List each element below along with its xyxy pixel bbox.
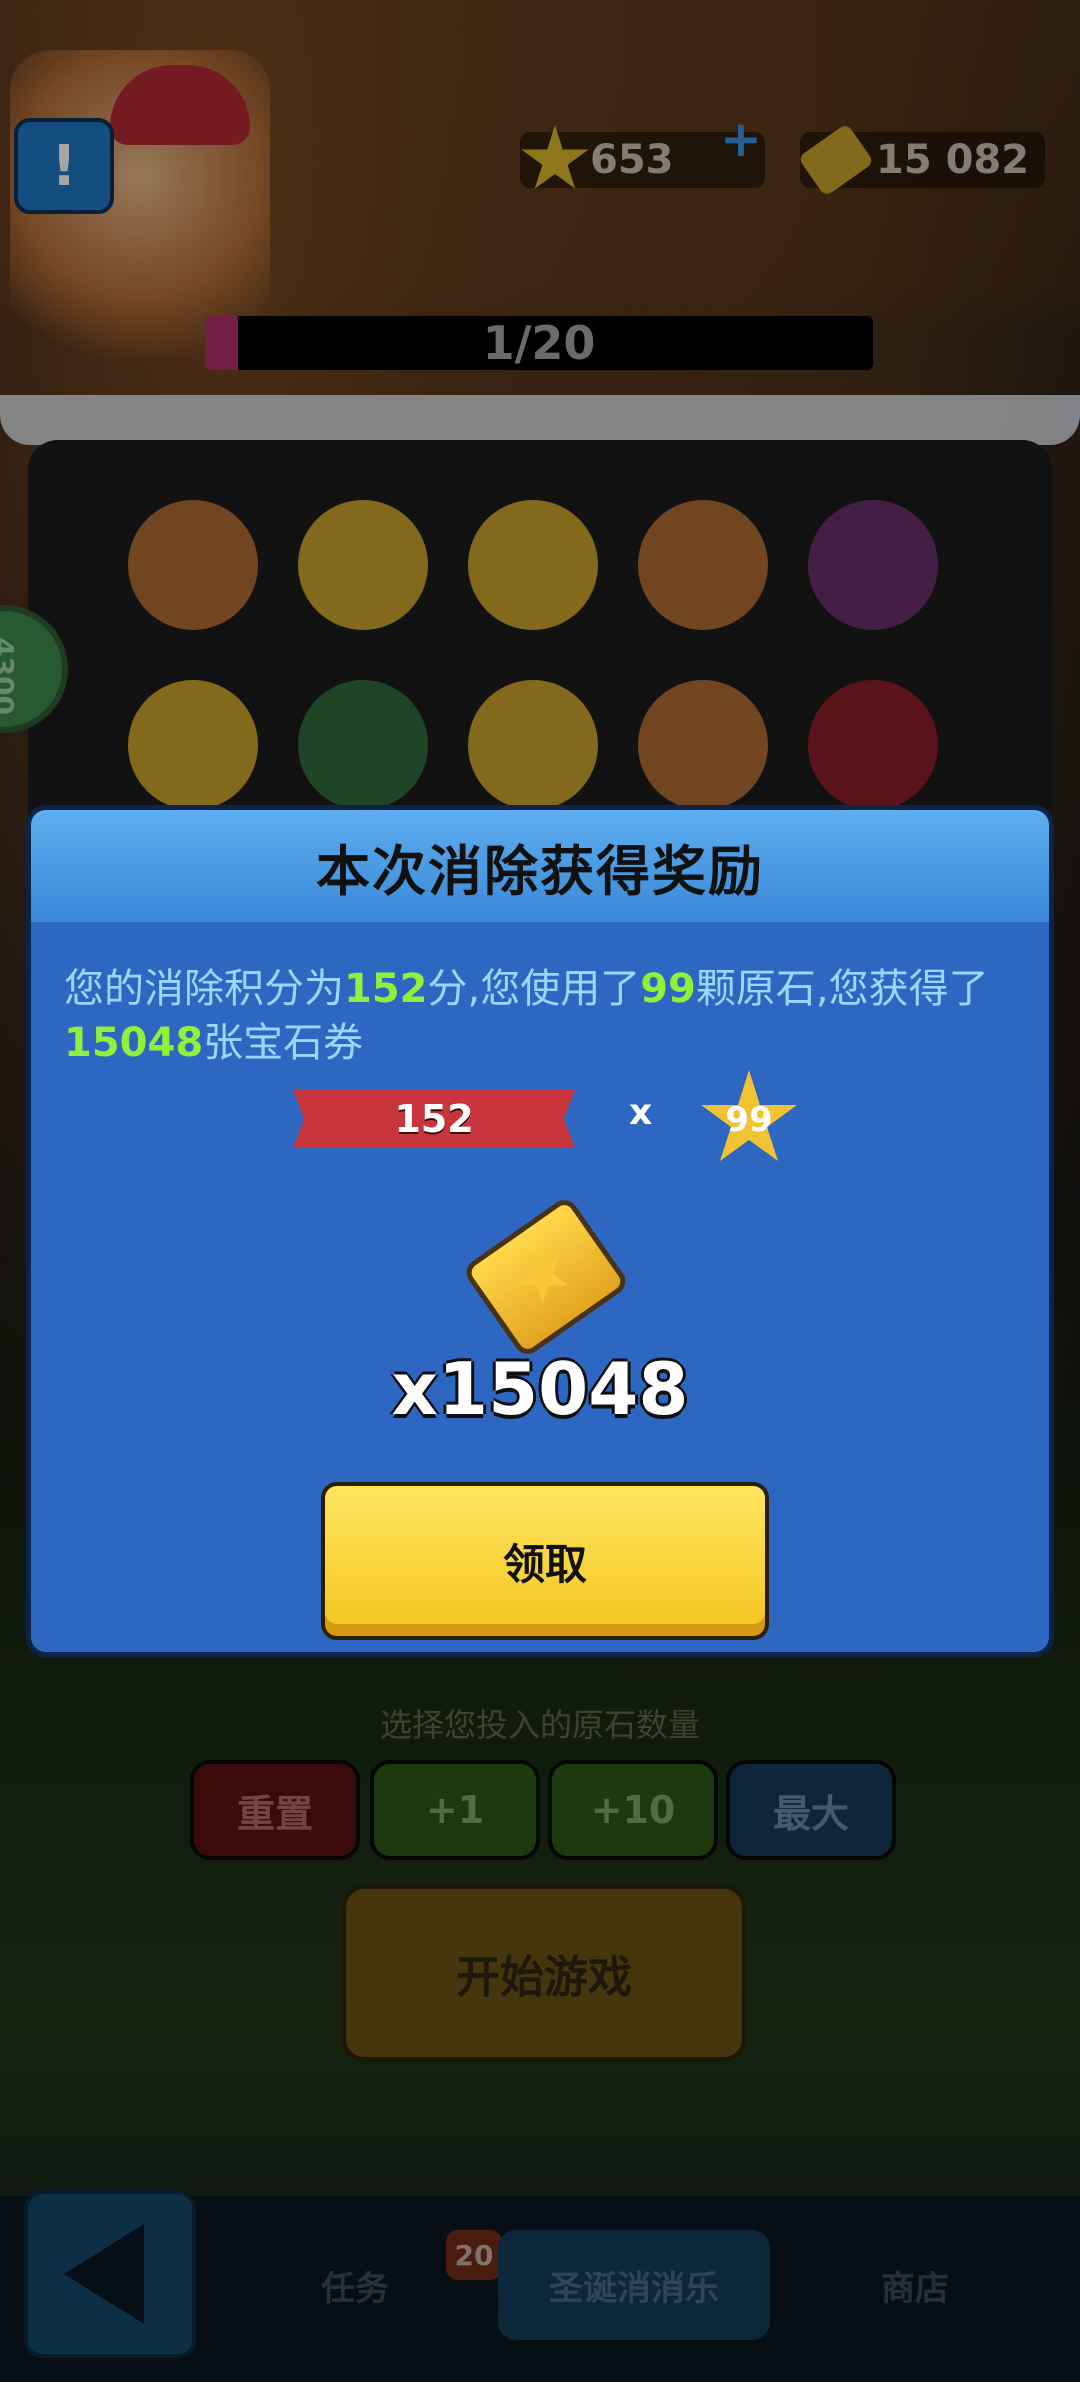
star-icon: 99: [701, 1070, 797, 1161]
desc-text-2: 分,您使用了: [427, 966, 641, 1012]
multiply-sign: x: [629, 1092, 653, 1133]
ticket-star-icon: [504, 1238, 581, 1315]
reward-description: 您的消除积分为152分,您使用了99颗原石,您获得了 15048张宝石券: [64, 962, 1024, 1070]
star-count: 99: [725, 1100, 773, 1140]
score-ribbon: 152: [293, 1090, 575, 1148]
reward-dialog: 本次消除获得奖励 您的消除积分为152分,您使用了99颗原石,您获得了15048…: [26, 805, 1054, 1657]
desc-text-3: 颗原石,您获得了: [695, 966, 989, 1012]
desc-stones: 99: [640, 966, 696, 1012]
desc-text-1: 您的消除积分为: [64, 966, 344, 1012]
gem-ticket-icon: [461, 1194, 631, 1360]
reward-amount: x15048: [391, 1347, 689, 1431]
desc-text-4: 张宝石券: [203, 1020, 364, 1066]
claim-button[interactable]: 领取: [321, 1482, 769, 1640]
desc-score: 152: [344, 966, 428, 1012]
desc-reward: 15048: [64, 1020, 204, 1066]
dialog-title: 本次消除获得奖励: [31, 810, 1049, 922]
